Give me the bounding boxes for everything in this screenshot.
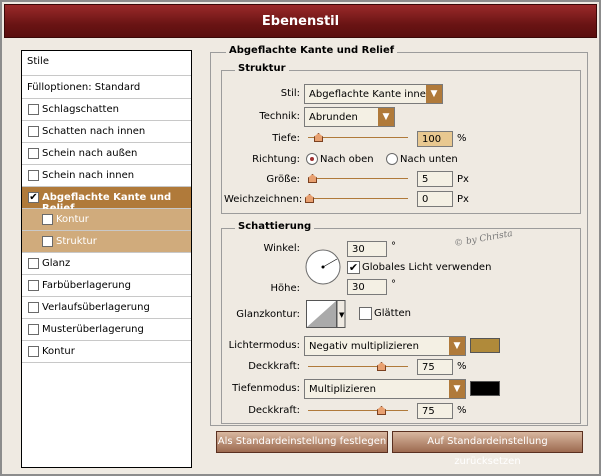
winkel-label: Winkel:	[263, 243, 300, 254]
sidebar-item-schein-innen[interactable]: Schein nach innen	[22, 165, 191, 187]
tiefe-label: Tiefe:	[272, 133, 300, 144]
checkbox[interactable]	[42, 236, 53, 247]
tiefe-unit: %	[457, 133, 467, 144]
sidebar-item-schatten-innen[interactable]: Schatten nach innen	[22, 121, 191, 143]
glanz-label: Glanzkontur:	[236, 309, 300, 320]
chevron-down-icon: ▼	[449, 380, 465, 398]
deck2-unit: %	[457, 405, 467, 416]
sidebar-item-stile[interactable]: Stile	[22, 51, 191, 76]
sidebar-item-struktur-sub[interactable]: Struktur	[22, 231, 191, 253]
chevron-down-icon: ▼	[449, 337, 465, 355]
title-bar[interactable]: Ebenenstil	[4, 4, 597, 38]
sidebar-item-schlagschatten[interactable]: Schlagschatten	[22, 99, 191, 121]
lichter-label: Lichtermodus:	[228, 340, 300, 351]
sidebar-item-fuelloptionen[interactable]: Fülloptionen: Standard	[22, 77, 191, 99]
winkel-input[interactable]: 30	[347, 241, 387, 257]
checkbox[interactable]	[28, 170, 39, 181]
sidebar-item-farbueberlagerung[interactable]: Farbüberlagerung	[22, 275, 191, 297]
checkbox[interactable]	[28, 346, 39, 357]
radio-nach-oben[interactable]	[306, 153, 318, 165]
glaetten-checkbox[interactable]	[359, 307, 372, 320]
richtung-up-label: Nach oben	[320, 154, 374, 165]
highlight-color-swatch[interactable]	[470, 338, 500, 353]
winkel-unit: °	[391, 241, 396, 252]
checkbox[interactable]	[28, 104, 39, 115]
radio-nach-unten[interactable]	[386, 153, 398, 165]
sidebar-item-glanz[interactable]: Glanz	[22, 253, 191, 275]
reset-default-button[interactable]: Auf Standardeinstellung zurücksetzen	[392, 431, 583, 467]
weich-input[interactable]: 0	[417, 191, 453, 207]
tiefen-select[interactable]: Multiplizieren ▼	[304, 379, 466, 399]
checkbox[interactable]	[28, 324, 39, 335]
checkbox[interactable]	[28, 148, 39, 159]
checkbox[interactable]	[28, 280, 39, 291]
sidebar-item-kontur[interactable]: Kontur	[22, 341, 191, 363]
bevel-title: Abgeflachte Kante und Relief	[226, 45, 398, 56]
chevron-down-icon: ▼	[426, 85, 442, 103]
weich-label: Weichzeichnen:	[224, 194, 303, 205]
sidebar-item-verlaufsueberlagerung[interactable]: Verlaufsüberlagerung	[22, 297, 191, 319]
weich-unit: Px	[457, 194, 469, 205]
set-default-button[interactable]: Als Standardeinstellung festlegen	[216, 431, 388, 453]
deck1-input[interactable]: 75	[417, 359, 453, 375]
svg-text:▼: ▼	[339, 311, 345, 319]
stil-select[interactable]: Abgeflachte Kante innen ▼	[304, 84, 443, 104]
global-light-label: Globales Licht verwenden	[362, 262, 492, 273]
checkbox[interactable]	[28, 126, 39, 137]
deck1-label: Deckkraft:	[248, 361, 300, 372]
gloss-contour-picker[interactable]: ▼	[306, 300, 346, 328]
deck2-label: Deckkraft:	[248, 405, 300, 416]
glaetten-label: Glätten	[374, 308, 411, 319]
deck2-input[interactable]: 75	[417, 403, 453, 419]
global-light-checkbox[interactable]: ✔	[347, 261, 360, 274]
angle-dial[interactable]	[304, 248, 342, 286]
richtung-label: Richtung:	[252, 154, 300, 165]
checkbox-checked[interactable]: ✔	[28, 192, 39, 203]
deck1-slider-track[interactable]	[308, 366, 408, 367]
groesse-label: Größe:	[266, 174, 300, 185]
schattierung-title: Schattierung	[235, 221, 315, 232]
sidebar-item-schein-aussen[interactable]: Schein nach außen	[22, 143, 191, 165]
technik-label: Technik:	[259, 111, 300, 122]
groesse-input[interactable]: 5	[417, 171, 453, 187]
window-title: Ebenenstil	[261, 14, 340, 29]
checkbox[interactable]	[28, 302, 39, 313]
checkbox[interactable]	[28, 258, 39, 269]
tiefen-label: Tiefenmodus:	[232, 383, 300, 394]
chevron-down-icon: ▼	[378, 108, 394, 126]
technik-select[interactable]: Abrunden ▼	[304, 107, 395, 127]
groesse-unit: Px	[457, 174, 469, 185]
sidebar-item-kontur-sub[interactable]: Kontur	[22, 209, 191, 231]
weich-slider-track[interactable]	[308, 198, 408, 199]
hoehe-input[interactable]: 30	[347, 279, 387, 295]
groesse-slider-track[interactable]	[308, 178, 408, 179]
sidebar-item-musterueberlagerung[interactable]: Musterüberlagerung	[22, 319, 191, 341]
sidebar-item-abgeflachte-kante[interactable]: ✔Abgeflachte Kante und Relief	[22, 187, 191, 214]
layer-style-dialog: Ebenenstil Stile Fülloptionen: Standard …	[0, 0, 601, 476]
shadow-color-swatch[interactable]	[470, 381, 500, 396]
styles-sidebar: Stile Fülloptionen: Standard Schlagschat…	[21, 50, 192, 468]
hoehe-label: Höhe:	[270, 283, 301, 294]
hoehe-unit: °	[391, 279, 396, 290]
lichter-select[interactable]: Negativ multiplizieren ▼	[304, 336, 466, 356]
richtung-down-label: Nach unten	[400, 154, 458, 165]
deck1-unit: %	[457, 361, 467, 372]
tiefe-slider-track[interactable]	[308, 137, 408, 138]
checkbox[interactable]	[42, 214, 53, 225]
deck2-slider-track[interactable]	[308, 410, 408, 411]
tiefe-input[interactable]: 100	[417, 131, 453, 147]
struktur-title: Struktur	[235, 63, 289, 74]
stil-label: Stil:	[280, 88, 300, 99]
